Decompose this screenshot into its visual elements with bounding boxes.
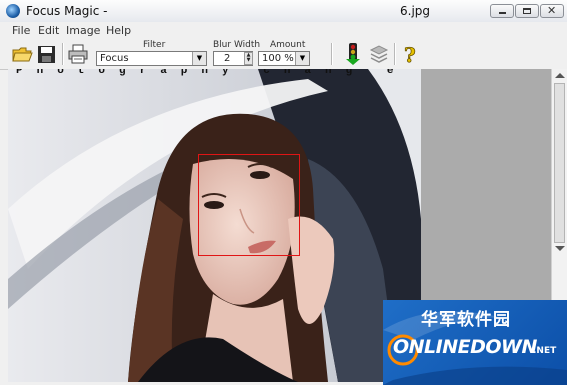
app-title: Focus Magic - <box>26 4 108 18</box>
amount-value: 100 % <box>262 53 294 64</box>
amount-label: Amount <box>270 40 306 50</box>
help-question-icon: ? <box>404 43 417 68</box>
filter-value: Focus <box>100 53 129 64</box>
close-button[interactable]: ✕ <box>540 4 564 18</box>
svg-text:?: ? <box>404 43 416 66</box>
menu-image[interactable]: Image <box>66 24 100 37</box>
title-bar: Focus Magic - 6.jpg ✕ <box>0 0 567 23</box>
scroll-thumb[interactable] <box>554 83 565 243</box>
watermark-en-text: ONLINEDOWN <box>393 336 537 358</box>
blur-width-label: Blur Width <box>213 40 261 50</box>
minimize-button[interactable] <box>490 4 514 18</box>
watermark-net-text: .NET <box>533 346 557 356</box>
traffic-light-icon <box>346 43 360 65</box>
printer-icon <box>68 44 88 64</box>
maximize-button[interactable] <box>515 4 539 18</box>
blur-width-value: 2 <box>224 53 231 64</box>
onlinedown-watermark: 华军软件园 ONLINEDOWN .NET <box>383 300 567 385</box>
layers-button[interactable] <box>367 42 391 66</box>
amount-select[interactable]: 100 % ▼ <box>258 51 310 66</box>
chevron-down-icon: ▼ <box>192 52 206 65</box>
chevron-down-icon: ▼ <box>295 52 309 65</box>
menu-bar: File Edit Image Help <box>0 22 567 39</box>
watermark-en-prefix: ONLINEDOWN <box>393 336 537 358</box>
open-button[interactable] <box>10 42 34 66</box>
filter-select[interactable]: Focus ▼ <box>96 51 207 66</box>
app-icon <box>6 4 20 18</box>
toolbar: Filter Focus ▼ Blur Width 2 ▲ ▼ Amount 10… <box>0 39 567 70</box>
toolbar-separator <box>62 43 64 65</box>
watermark-cn-text: 华军软件园 <box>421 310 511 330</box>
menu-edit[interactable]: Edit <box>38 24 59 37</box>
photo-canvas[interactable]: Photography chang e <box>8 69 421 382</box>
save-disk-icon <box>38 46 55 63</box>
layers-icon <box>369 45 389 63</box>
toolbar-separator <box>394 43 396 65</box>
go-button[interactable] <box>341 42 365 66</box>
open-folder-icon <box>12 47 33 62</box>
scroll-down-arrow-icon[interactable] <box>555 246 565 251</box>
filter-label: Filter <box>143 40 166 50</box>
menu-file[interactable]: File <box>12 24 30 37</box>
focus-selection-rect[interactable] <box>198 154 300 256</box>
toolbar-separator <box>331 43 333 65</box>
menu-help[interactable]: Help <box>106 24 131 37</box>
save-button[interactable] <box>35 42 59 66</box>
file-name: 6.jpg <box>400 4 431 18</box>
help-button[interactable]: ? <box>398 42 422 68</box>
scroll-up-arrow-icon[interactable] <box>555 73 565 78</box>
blur-width-spinner[interactable]: ▲ ▼ <box>244 52 253 65</box>
overlay-text: Photography chang e <box>16 69 407 77</box>
print-button[interactable] <box>66 42 90 66</box>
